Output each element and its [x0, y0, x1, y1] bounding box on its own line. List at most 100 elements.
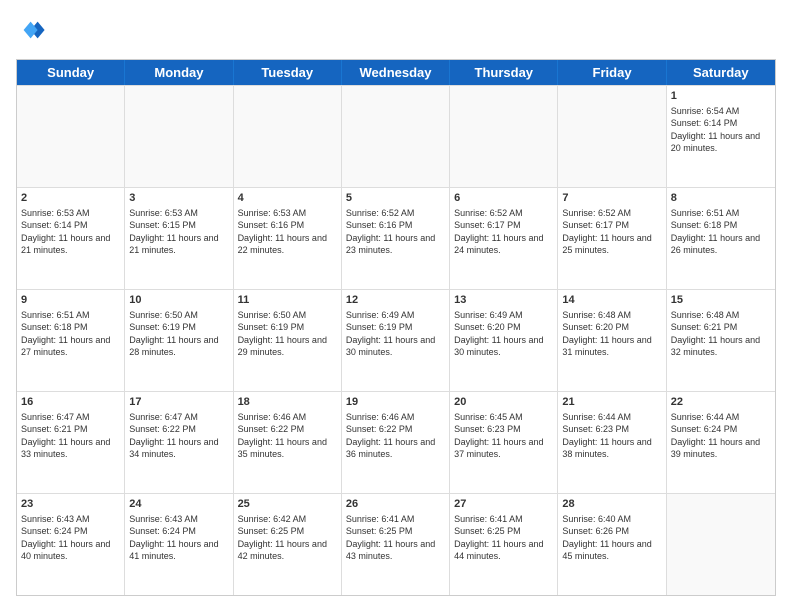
day-number: 19	[346, 395, 445, 409]
cal-cell-4-5: 20 Sunrise: 6:45 AM Sunset: 6:23 PM Dayli…	[450, 392, 558, 493]
cal-cell-3-5: 13 Sunrise: 6:49 AM Sunset: 6:20 PM Dayli…	[450, 290, 558, 391]
day-number: 15	[671, 293, 771, 307]
cal-cell-3-4: 12 Sunrise: 6:49 AM Sunset: 6:19 PM Dayli…	[342, 290, 450, 391]
cal-cell-2-5: 6 Sunrise: 6:52 AM Sunset: 6:17 PM Daylig…	[450, 188, 558, 289]
cal-cell-2-3: 4 Sunrise: 6:53 AM Sunset: 6:16 PM Daylig…	[234, 188, 342, 289]
weekday-header-saturday: Saturday	[667, 60, 775, 85]
day-info: Sunrise: 6:52 AM Sunset: 6:16 PM Dayligh…	[346, 207, 445, 256]
day-info: Sunrise: 6:44 AM Sunset: 6:24 PM Dayligh…	[671, 411, 771, 460]
weekday-header-friday: Friday	[558, 60, 666, 85]
day-info: Sunrise: 6:53 AM Sunset: 6:15 PM Dayligh…	[129, 207, 228, 256]
day-number: 25	[238, 497, 337, 511]
day-info: Sunrise: 6:48 AM Sunset: 6:20 PM Dayligh…	[562, 309, 661, 358]
day-info: Sunrise: 6:44 AM Sunset: 6:23 PM Dayligh…	[562, 411, 661, 460]
day-number: 20	[454, 395, 553, 409]
day-number: 14	[562, 293, 661, 307]
logo	[16, 16, 50, 49]
week-row-4: 16 Sunrise: 6:47 AM Sunset: 6:21 PM Dayli…	[17, 391, 775, 493]
cal-cell-1-3	[234, 86, 342, 187]
day-number: 2	[21, 191, 120, 205]
cal-cell-5-4: 26 Sunrise: 6:41 AM Sunset: 6:25 PM Dayli…	[342, 494, 450, 595]
day-info: Sunrise: 6:49 AM Sunset: 6:19 PM Dayligh…	[346, 309, 445, 358]
week-row-1: 1 Sunrise: 6:54 AM Sunset: 6:14 PM Daylig…	[17, 85, 775, 187]
cal-cell-5-6: 28 Sunrise: 6:40 AM Sunset: 6:26 PM Dayli…	[558, 494, 666, 595]
week-row-3: 9 Sunrise: 6:51 AM Sunset: 6:18 PM Daylig…	[17, 289, 775, 391]
calendar: SundayMondayTuesdayWednesdayThursdayFrid…	[16, 59, 776, 596]
cal-cell-3-7: 15 Sunrise: 6:48 AM Sunset: 6:21 PM Dayli…	[667, 290, 775, 391]
day-info: Sunrise: 6:46 AM Sunset: 6:22 PM Dayligh…	[238, 411, 337, 460]
day-info: Sunrise: 6:50 AM Sunset: 6:19 PM Dayligh…	[238, 309, 337, 358]
cal-cell-2-2: 3 Sunrise: 6:53 AM Sunset: 6:15 PM Daylig…	[125, 188, 233, 289]
cal-cell-1-1	[17, 86, 125, 187]
day-number: 28	[562, 497, 661, 511]
day-number: 24	[129, 497, 228, 511]
day-number: 6	[454, 191, 553, 205]
cal-cell-1-7: 1 Sunrise: 6:54 AM Sunset: 6:14 PM Daylig…	[667, 86, 775, 187]
day-info: Sunrise: 6:42 AM Sunset: 6:25 PM Dayligh…	[238, 513, 337, 562]
day-number: 17	[129, 395, 228, 409]
cal-cell-3-2: 10Sunrise: 6:50 AM Sunset: 6:19 PM Dayli…	[125, 290, 233, 391]
day-number: 7	[562, 191, 661, 205]
calendar-body: 1 Sunrise: 6:54 AM Sunset: 6:14 PM Daylig…	[17, 85, 775, 595]
day-info: Sunrise: 6:43 AM Sunset: 6:24 PM Dayligh…	[21, 513, 120, 562]
day-info: Sunrise: 6:53 AM Sunset: 6:14 PM Dayligh…	[21, 207, 120, 256]
day-number: 5	[346, 191, 445, 205]
cal-cell-5-2: 24 Sunrise: 6:43 AM Sunset: 6:24 PM Dayli…	[125, 494, 233, 595]
cal-cell-4-1: 16 Sunrise: 6:47 AM Sunset: 6:21 PM Dayli…	[17, 392, 125, 493]
day-info: Sunrise: 6:47 AM Sunset: 6:21 PM Dayligh…	[21, 411, 120, 460]
day-info: Sunrise: 6:52 AM Sunset: 6:17 PM Dayligh…	[454, 207, 553, 256]
day-info: Sunrise: 6:40 AM Sunset: 6:26 PM Dayligh…	[562, 513, 661, 562]
day-info: Sunrise: 6:41 AM Sunset: 6:25 PM Dayligh…	[346, 513, 445, 562]
cal-cell-2-4: 5 Sunrise: 6:52 AM Sunset: 6:16 PM Daylig…	[342, 188, 450, 289]
day-info: Sunrise: 6:41 AM Sunset: 6:25 PM Dayligh…	[454, 513, 553, 562]
day-number: 16	[21, 395, 120, 409]
cal-cell-1-5	[450, 86, 558, 187]
day-info: Sunrise: 6:51 AM Sunset: 6:18 PM Dayligh…	[671, 207, 771, 256]
weekday-header-monday: Monday	[125, 60, 233, 85]
cal-cell-5-5: 27 Sunrise: 6:41 AM Sunset: 6:25 PM Dayli…	[450, 494, 558, 595]
cal-cell-4-7: 22 Sunrise: 6:44 AM Sunset: 6:24 PM Dayli…	[667, 392, 775, 493]
cal-cell-4-4: 19Sunrise: 6:46 AM Sunset: 6:22 PM Dayli…	[342, 392, 450, 493]
day-info: Sunrise: 6:43 AM Sunset: 6:24 PM Dayligh…	[129, 513, 228, 562]
day-info: Sunrise: 6:45 AM Sunset: 6:23 PM Dayligh…	[454, 411, 553, 460]
day-number: 21	[562, 395, 661, 409]
day-info: Sunrise: 6:51 AM Sunset: 6:18 PM Dayligh…	[21, 309, 120, 358]
day-number: 26	[346, 497, 445, 511]
cal-cell-3-6: 14 Sunrise: 6:48 AM Sunset: 6:20 PM Dayli…	[558, 290, 666, 391]
weekday-header-sunday: Sunday	[17, 60, 125, 85]
header	[16, 16, 776, 49]
day-info: Sunrise: 6:49 AM Sunset: 6:20 PM Dayligh…	[454, 309, 553, 358]
day-number: 11	[238, 293, 337, 307]
cal-cell-5-3: 25 Sunrise: 6:42 AM Sunset: 6:25 PM Dayli…	[234, 494, 342, 595]
day-info: Sunrise: 6:53 AM Sunset: 6:16 PM Dayligh…	[238, 207, 337, 256]
cal-cell-2-6: 7 Sunrise: 6:52 AM Sunset: 6:17 PM Daylig…	[558, 188, 666, 289]
day-number: 1	[671, 89, 771, 103]
day-number: 13	[454, 293, 553, 307]
week-row-2: 2 Sunrise: 6:53 AM Sunset: 6:14 PM Daylig…	[17, 187, 775, 289]
day-number: 9	[21, 293, 120, 307]
weekday-header-thursday: Thursday	[450, 60, 558, 85]
day-info: Sunrise: 6:50 AM Sunset: 6:19 PM Dayligh…	[129, 309, 228, 358]
day-number: 4	[238, 191, 337, 205]
cal-cell-5-7	[667, 494, 775, 595]
cal-cell-1-4	[342, 86, 450, 187]
cal-cell-4-6: 21 Sunrise: 6:44 AM Sunset: 6:23 PM Dayli…	[558, 392, 666, 493]
day-number: 22	[671, 395, 771, 409]
weekday-header-wednesday: Wednesday	[342, 60, 450, 85]
day-number: 3	[129, 191, 228, 205]
cal-cell-3-1: 9 Sunrise: 6:51 AM Sunset: 6:18 PM Daylig…	[17, 290, 125, 391]
day-number: 27	[454, 497, 553, 511]
logo-icon	[18, 16, 46, 44]
weekday-header-tuesday: Tuesday	[234, 60, 342, 85]
cal-cell-4-3: 18 Sunrise: 6:46 AM Sunset: 6:22 PM Dayli…	[234, 392, 342, 493]
day-number: 8	[671, 191, 771, 205]
calendar-header: SundayMondayTuesdayWednesdayThursdayFrid…	[17, 60, 775, 85]
day-info: Sunrise: 6:48 AM Sunset: 6:21 PM Dayligh…	[671, 309, 771, 358]
cal-cell-1-6	[558, 86, 666, 187]
day-info: Sunrise: 6:54 AM Sunset: 6:14 PM Dayligh…	[671, 105, 771, 154]
day-info: Sunrise: 6:47 AM Sunset: 6:22 PM Dayligh…	[129, 411, 228, 460]
day-number: 12	[346, 293, 445, 307]
cal-cell-2-7: 8 Sunrise: 6:51 AM Sunset: 6:18 PM Daylig…	[667, 188, 775, 289]
day-info: Sunrise: 6:52 AM Sunset: 6:17 PM Dayligh…	[562, 207, 661, 256]
day-number: 18	[238, 395, 337, 409]
